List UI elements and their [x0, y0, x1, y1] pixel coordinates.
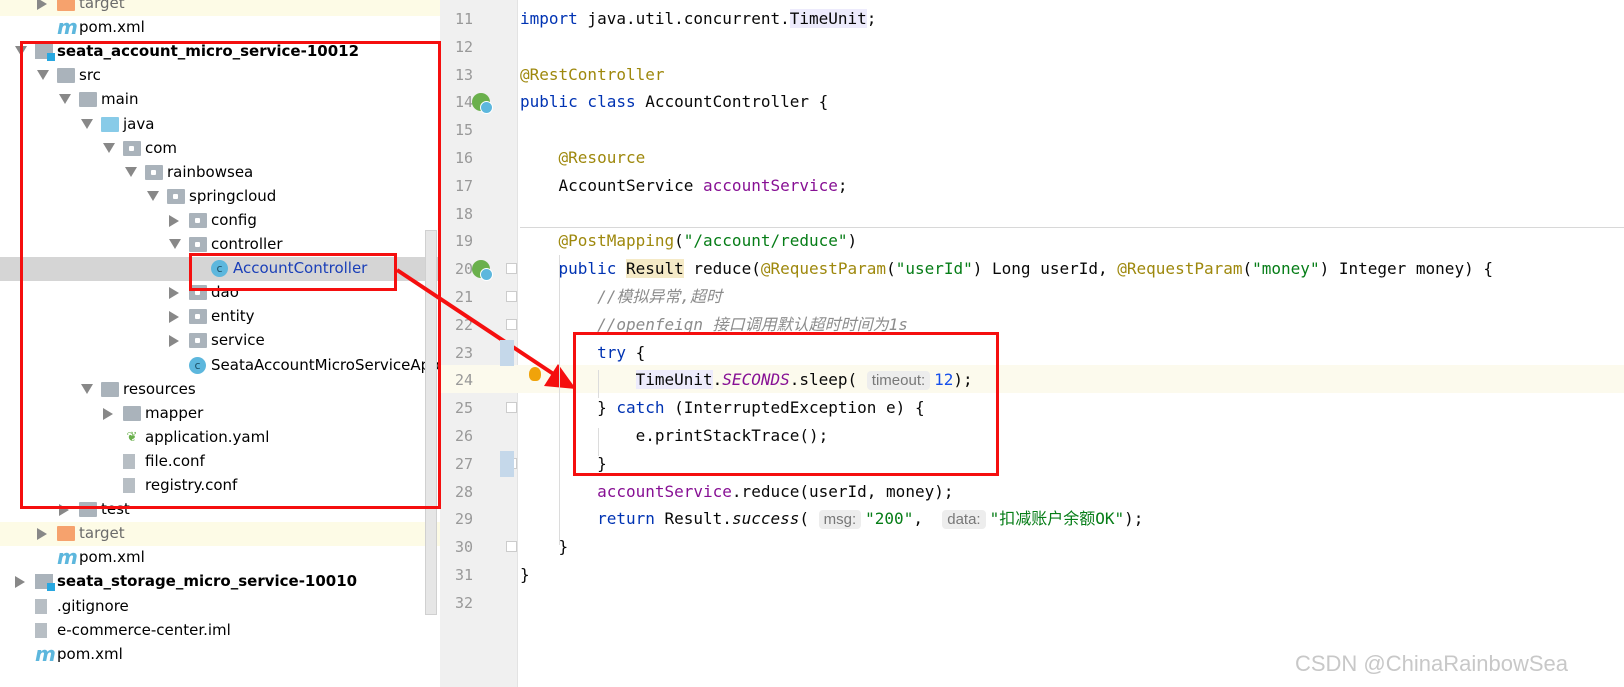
- change-marker: [500, 450, 514, 477]
- indent-guide: [598, 428, 599, 456]
- spring-bean-icon[interactable]: [472, 93, 493, 115]
- indent-guide: [598, 370, 599, 398]
- annotation-arrow: [395, 268, 576, 389]
- fold-marker-icon[interactable]: [506, 263, 517, 275]
- change-marker: [500, 339, 514, 366]
- fold-marker-icon[interactable]: [506, 291, 517, 302]
- fold-marker-icon[interactable]: [506, 318, 517, 330]
- fold-marker-icon[interactable]: [506, 402, 517, 414]
- web-endpoint-icon[interactable]: [472, 260, 493, 282]
- indent-guide: [559, 255, 560, 545]
- fold-marker-icon[interactable]: [506, 541, 517, 553]
- watermark: CSDN @ChinaRainbowSea: [1294, 651, 1568, 676]
